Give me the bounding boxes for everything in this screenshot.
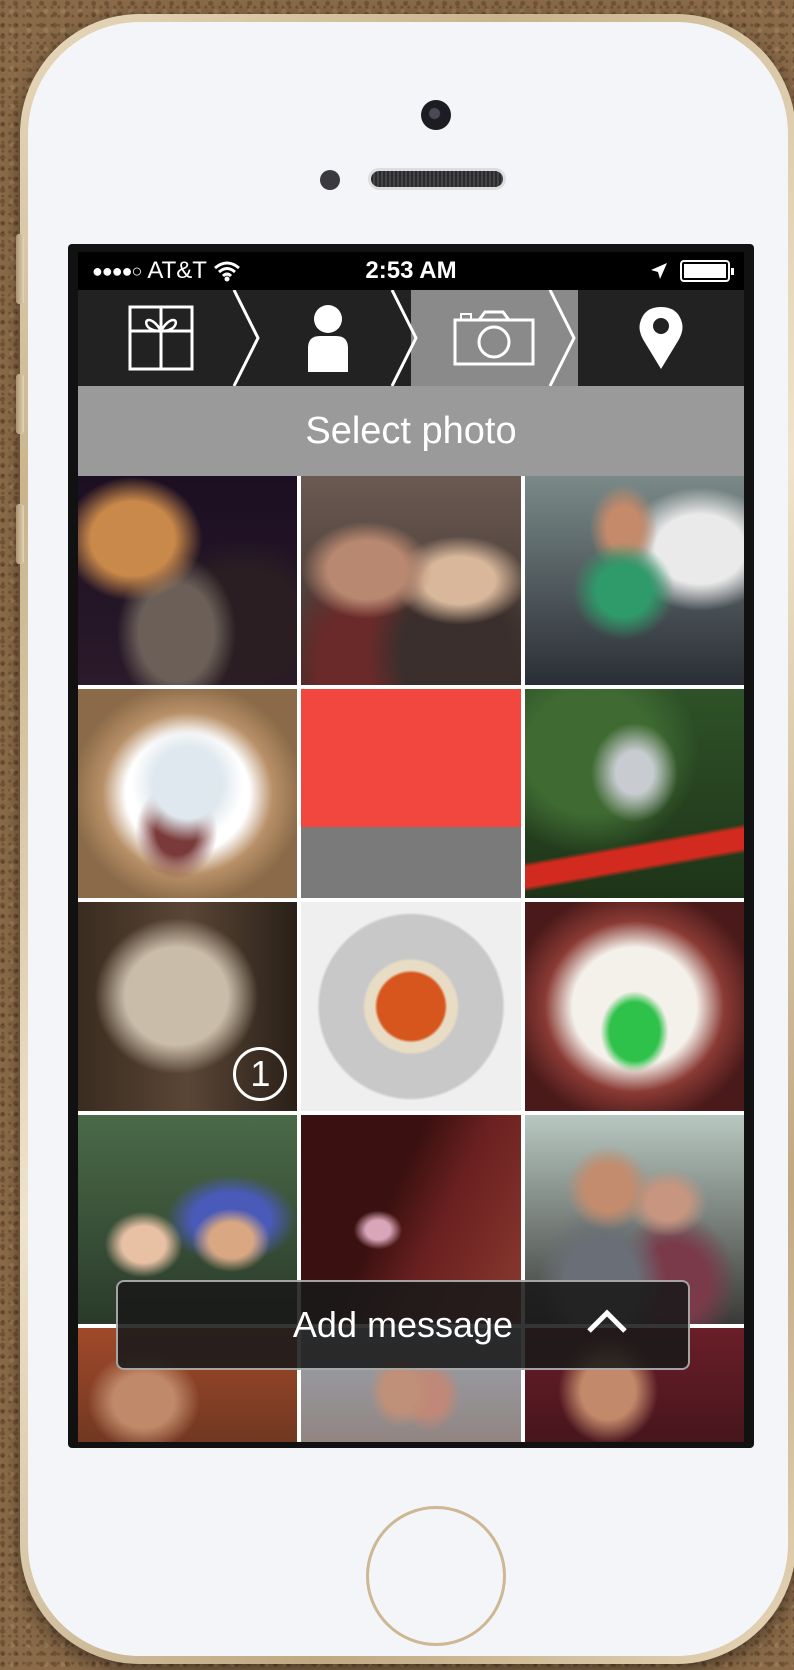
photo-tile[interactable]: [78, 476, 298, 685]
step-separator: [390, 290, 418, 386]
photo-tile[interactable]: [301, 689, 521, 898]
photo-tile[interactable]: [524, 476, 744, 685]
photo-tile[interactable]: 1: [78, 902, 298, 1111]
proximity-sensor: [320, 170, 340, 190]
photo-tile[interactable]: [301, 476, 521, 685]
photo-tile[interactable]: [301, 902, 521, 1111]
photo-tile[interactable]: [524, 689, 744, 898]
person-icon: [307, 305, 348, 372]
battery-level: [684, 264, 726, 278]
app-viewport: ●●●●○ AT&T 2:53 AM Select photo 1 Add me…: [78, 252, 744, 1442]
status-left: ●●●●○ AT&T: [92, 257, 241, 285]
status-right: [650, 260, 734, 282]
step-separator: [548, 290, 576, 386]
step-gift[interactable]: [78, 290, 245, 386]
carrier-name: AT&T: [147, 257, 207, 284]
photo-tile[interactable]: [524, 902, 744, 1111]
screen: ●●●●○ AT&T 2:53 AM Select photo 1 Add me…: [68, 244, 754, 1448]
page-title: Select photo: [78, 386, 744, 476]
step-navigation: [78, 290, 744, 386]
status-bar: ●●●●○ AT&T 2:53 AM: [78, 252, 744, 290]
chevron-up-icon: [587, 1309, 627, 1333]
wifi-icon: [213, 261, 240, 282]
home-button[interactable]: [366, 1506, 506, 1646]
step-location[interactable]: [578, 290, 745, 386]
signal-strength: ●●●●○: [92, 260, 142, 281]
front-camera: [421, 100, 451, 130]
gift-icon: [128, 305, 194, 371]
add-message-button[interactable]: Add message: [116, 1280, 690, 1370]
battery-icon: [680, 260, 734, 282]
volume-up-button: [16, 374, 24, 434]
location-pin-icon: [639, 307, 683, 369]
camera-icon: [453, 310, 535, 366]
add-message-label: Add message: [292, 1304, 514, 1345]
mute-switch: [16, 234, 24, 304]
earpiece-speaker: [368, 168, 506, 190]
selection-count-badge: 1: [233, 1047, 288, 1101]
location-arrow-icon: [651, 263, 667, 279]
volume-down-button: [16, 504, 24, 564]
step-separator: [232, 290, 260, 386]
photo-tile[interactable]: [78, 689, 298, 898]
